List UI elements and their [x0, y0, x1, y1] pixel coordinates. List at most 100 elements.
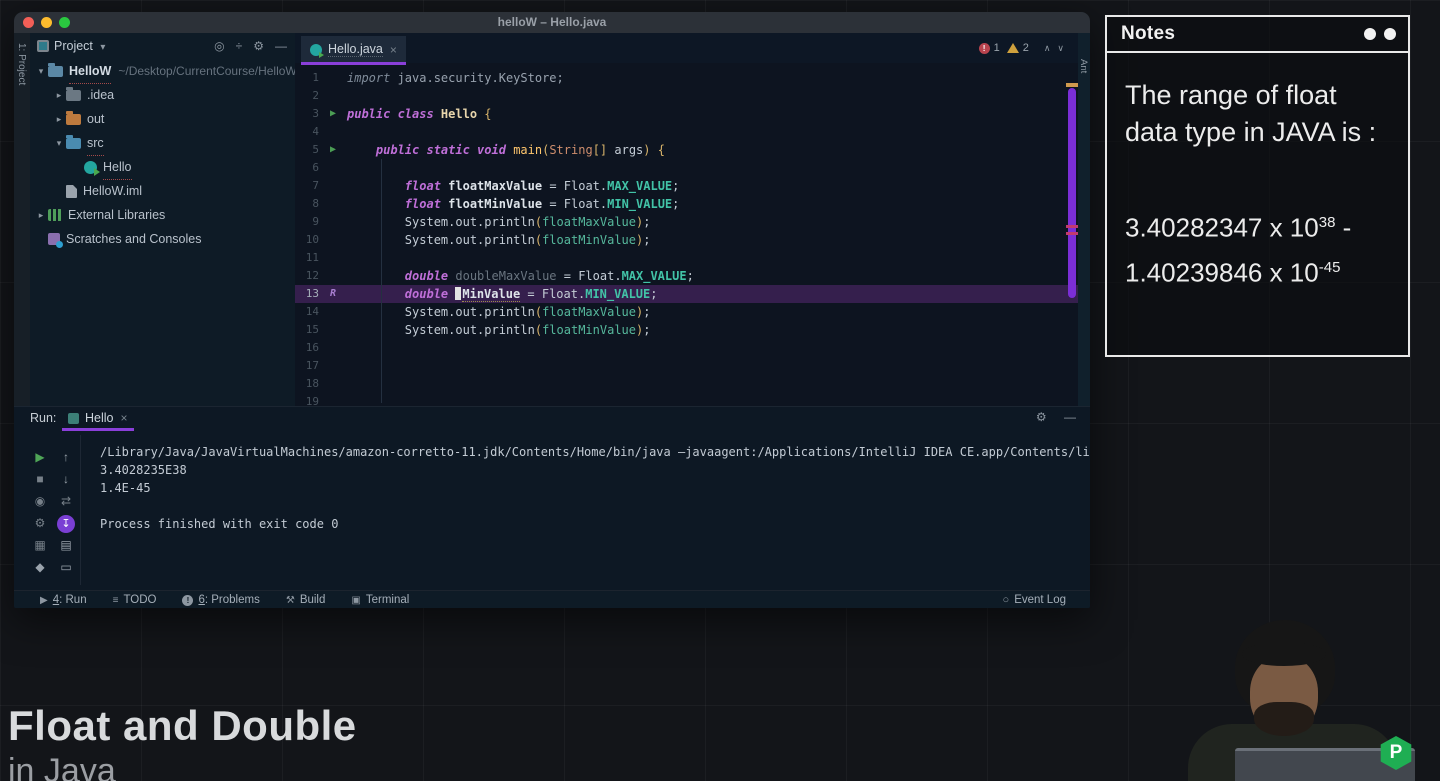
locate-icon[interactable]: ◎ — [214, 33, 224, 59]
tree-item-src[interactable]: ▾src — [30, 131, 295, 155]
tree-item-hellow-iml[interactable]: HelloW.iml — [30, 179, 295, 203]
stripe-error-mark[interactable] — [1066, 225, 1078, 228]
scroll-to-end-icon[interactable]: ↧ — [57, 515, 75, 533]
build-settings-icon[interactable]: ⚙ — [30, 513, 50, 535]
statusbar-terminal-button[interactable]: ▣Terminal — [351, 594, 409, 606]
event-log-label: Event Log — [1014, 594, 1066, 606]
range-max-base: 3.40282347 x 10 — [1125, 213, 1319, 243]
gutter — [319, 249, 347, 267]
tool-tab-ant[interactable]: Ant — [1078, 59, 1089, 73]
softwrap-icon[interactable]: ⇄ — [56, 491, 76, 513]
close-tab-icon[interactable]: × — [390, 43, 397, 57]
stage: helloW – Hello.java 1: Project 7: Struct… — [0, 0, 1440, 781]
caption-title: Float and Double — [8, 702, 357, 750]
settings-icon[interactable]: ⚙ — [253, 33, 264, 59]
notes-range: 3.40282347 x 1038 - 1.40239846 x 10-45 — [1125, 203, 1390, 292]
range-min-exp: -45 — [1319, 259, 1341, 276]
line-number: 19 — [295, 393, 319, 406]
run-settings-icon[interactable]: ⚙ — [1036, 410, 1047, 424]
stripe-warning-mark[interactable] — [1066, 83, 1078, 87]
status-bar: ▶4: Run≡TODO!6: Problems⚒Build▣Terminal … — [14, 590, 1090, 608]
tree-item-out[interactable]: ▸out — [30, 107, 295, 131]
gutter — [319, 267, 347, 285]
tree-chevron-icon[interactable]: ▸ — [34, 203, 48, 227]
down-stack-icon[interactable]: ↓ — [56, 469, 76, 491]
tree-chevron-icon[interactable]: ▸ — [52, 83, 66, 107]
event-log-icon: ○ — [1003, 594, 1010, 606]
ide-window: helloW – Hello.java 1: Project 7: Struct… — [14, 12, 1090, 608]
pw-logo-letter: P — [1390, 742, 1403, 764]
scratch-sq-icon — [48, 233, 60, 245]
stripe-error-mark[interactable] — [1066, 232, 1078, 235]
editor-scrollbar[interactable] — [1068, 88, 1076, 298]
prev-issue-icon[interactable]: ∧ — [1044, 43, 1051, 54]
code-line-3: 3▶public class Hello { — [295, 105, 1078, 123]
statusbar-run-button[interactable]: ▶4: Run — [40, 594, 87, 606]
tool-tab-project[interactable]: 1: Project — [16, 43, 27, 85]
tab-hello-java[interactable]: Hello.java × — [301, 36, 406, 63]
camera-icon[interactable]: ◉ — [30, 491, 50, 513]
run-tab-hello[interactable]: Hello × — [62, 407, 134, 429]
tree-item-external-libraries[interactable]: ▸ External Libraries — [30, 203, 295, 227]
code-line-6: 6 — [295, 159, 1078, 177]
run-line-icon[interactable]: ▶ — [319, 141, 347, 159]
line-number: 12 — [295, 267, 319, 285]
close-run-tab-icon[interactable]: × — [121, 411, 128, 425]
range-dash: - — [1335, 213, 1351, 243]
statusbar-label: : Problems — [205, 594, 260, 606]
error-icon[interactable]: ! — [979, 43, 990, 54]
console-line: 1.4E-45 — [100, 479, 1090, 497]
project-panel-title: Project — [54, 39, 93, 53]
line-number: 14 — [295, 303, 319, 321]
print-icon[interactable]: ▤ — [56, 535, 76, 557]
statusbar-problems-button[interactable]: !6: Problems — [182, 594, 259, 606]
project-panel-header[interactable]: Project ▾ ◎ ÷ ⚙ — — [30, 33, 295, 59]
restore-layout-icon[interactable]: ▦ — [30, 535, 50, 557]
run-console[interactable]: /Library/Java/JavaVirtualMachines/amazon… — [88, 443, 1090, 591]
code-area[interactable]: 1import java.security.KeyStore;23▶public… — [295, 63, 1078, 406]
tree-item-hello-class[interactable]: Hello — [30, 155, 295, 179]
gutter — [319, 195, 347, 213]
rerun-icon[interactable]: ▶ — [30, 447, 50, 469]
console-line — [100, 497, 1090, 515]
stop-icon[interactable]: ■ — [30, 469, 50, 491]
tree-chevron-icon[interactable]: ▾ — [34, 59, 48, 83]
error-count: 1 — [994, 42, 1000, 54]
editor[interactable]: Hello.java × ! 1 2 ∧ ∨ 1import java.secu… — [295, 33, 1078, 406]
tree-chevron-icon[interactable]: ▾ — [52, 131, 66, 155]
indent-guide — [381, 159, 382, 403]
code-line-19: 19 — [295, 393, 1078, 406]
rename-hint-icon[interactable]: R — [319, 285, 347, 303]
gutter — [319, 87, 347, 105]
clear-icon[interactable]: ▭ — [56, 557, 76, 579]
up-stack-icon[interactable]: ↑ — [56, 447, 76, 469]
java-class-icon — [310, 44, 322, 56]
tree-item-hellow-root[interactable]: ▾HelloW~/Desktop/CurrentCourse/HelloW — [30, 59, 295, 83]
record-dot-icon — [1364, 28, 1376, 40]
statusbar-build-button[interactable]: ⚒Build — [286, 594, 326, 606]
tree-chevron-icon[interactable]: ▸ — [52, 107, 66, 131]
next-issue-icon[interactable]: ∨ — [1057, 43, 1064, 54]
pin-icon[interactable]: ◆ — [30, 557, 50, 579]
chevron-down-icon[interactable]: ▾ — [100, 42, 105, 53]
hide-run-panel-icon[interactable]: — — [1064, 410, 1076, 424]
caption-subtitle: in Java — [8, 752, 357, 781]
hide-panel-icon[interactable]: — — [275, 33, 287, 59]
statusbar-todo-button[interactable]: ≡TODO — [113, 594, 157, 606]
line-number: 10 — [295, 231, 319, 249]
event-log-button[interactable]: ○ Event Log — [1003, 591, 1066, 608]
run-line-icon[interactable]: ▶ — [319, 105, 347, 123]
line-number: 15 — [295, 321, 319, 339]
tree-item-idea[interactable]: ▸.idea — [30, 83, 295, 107]
line-number: 16 — [295, 339, 319, 357]
statusbar-label: Terminal — [366, 594, 409, 606]
tree-item-scratches[interactable]: Scratches and Consoles — [30, 227, 295, 251]
code-line-14: 14 System.out.println(floatMaxValue); — [295, 303, 1078, 321]
person-beard — [1254, 702, 1314, 736]
collapse-all-icon[interactable]: ÷ — [236, 33, 243, 59]
notes-panel: Notes The range of float data type in JA… — [1105, 15, 1410, 357]
warning-icon[interactable] — [1007, 43, 1019, 53]
tree-item-label: External Libraries — [68, 203, 165, 227]
code-line-5: 5▶ public static void main(String[] args… — [295, 141, 1078, 159]
line-number: 13 — [295, 285, 319, 303]
